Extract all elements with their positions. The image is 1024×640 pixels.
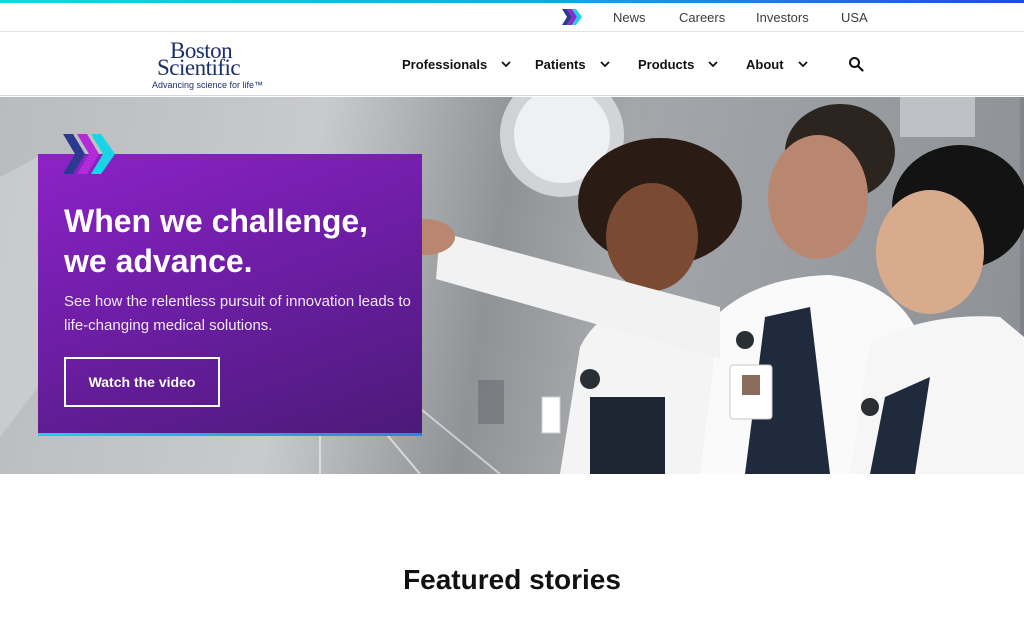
utility-link-careers[interactable]: Careers <box>679 10 725 25</box>
hero-title: When we challenge, we advance. <box>64 203 369 279</box>
main-navigation: Boston Scientific Advancing science for … <box>0 32 1024 96</box>
search-icon[interactable] <box>848 56 864 72</box>
chevron-down-icon <box>599 61 610 68</box>
nav-item-about[interactable]: About <box>746 54 809 74</box>
utility-bar: News Careers Investors USA <box>0 3 1024 32</box>
nav-item-label: Products <box>638 56 695 72</box>
nav-item-products[interactable]: Products <box>638 54 719 74</box>
brand-chevrons-icon <box>63 134 115 174</box>
hero-banner: When we challenge, we advance. See how t… <box>0 97 1024 474</box>
brand-chevrons-icon <box>562 9 582 25</box>
nav-item-label: Patients <box>535 56 586 72</box>
watch-video-button[interactable]: Watch the video <box>64 357 220 407</box>
nav-item-patients[interactable]: Patients <box>535 54 611 74</box>
utility-link-news[interactable]: News <box>613 10 646 25</box>
hero-card-accent-bar <box>38 433 422 436</box>
utility-link-investors[interactable]: Investors <box>756 10 809 25</box>
nav-item-professionals[interactable]: Professionals <box>402 54 512 74</box>
hero-description: See how the relentless pursuit of innova… <box>64 293 411 334</box>
brand-logo[interactable]: Boston Scientific Advancing science for … <box>150 38 268 92</box>
logo-name-line2: Scientific <box>157 55 241 80</box>
chevron-down-icon <box>708 61 718 68</box>
logo-tagline: Advancing science for life™ <box>152 80 264 90</box>
chevron-down-icon <box>797 61 808 68</box>
nav-item-label: About <box>746 56 784 72</box>
featured-stories-heading: Featured stories <box>403 564 621 595</box>
chevron-down-icon <box>501 61 511 68</box>
nav-item-label: Professionals <box>402 56 488 72</box>
utility-link-country[interactable]: USA <box>841 10 868 25</box>
